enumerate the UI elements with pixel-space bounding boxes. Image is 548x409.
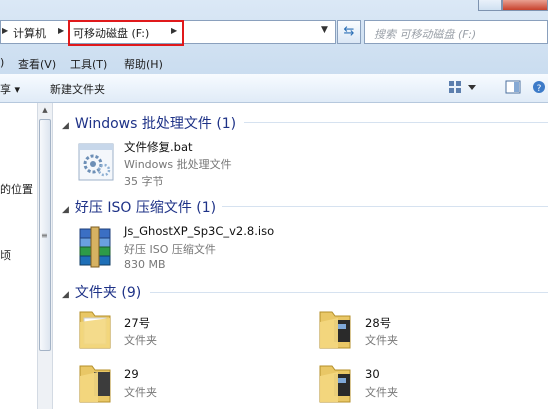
- breadcrumb-computer[interactable]: 计算机: [13, 25, 46, 41]
- file-name[interactable]: Js_GhostXP_Sp3C_v2.8.iso: [124, 224, 274, 238]
- group-divider: [150, 292, 548, 293]
- group-title: Windows 批处理文件 (1): [74, 116, 237, 132]
- folder-icon: [319, 311, 351, 349]
- minimize-button[interactable]: [478, 0, 502, 11]
- folder-item[interactable]: [316, 360, 356, 409]
- folder-name[interactable]: 29: [124, 367, 139, 381]
- file-size: 830 MB: [124, 258, 166, 271]
- menu-view[interactable]: 查看(V): [18, 56, 56, 72]
- folder-name[interactable]: 27号: [124, 315, 150, 331]
- help-icon[interactable]: ?: [531, 80, 547, 94]
- group-header-batch[interactable]: ◢ Windows 批处理文件 (1): [62, 113, 236, 133]
- search-input[interactable]: 搜索 可移动磁盘 (F:): [364, 20, 548, 44]
- file-type: 好压 ISO 压缩文件: [124, 243, 216, 256]
- group-header-folders[interactable]: ◢ 文件夹 (9): [62, 282, 141, 302]
- close-button[interactable]: [502, 0, 548, 11]
- nav-scrollbar[interactable]: ▲ ≡: [37, 103, 53, 409]
- scroll-up-icon[interactable]: ▲: [38, 103, 52, 117]
- breadcrumb-arrow-icon[interactable]: ▶: [2, 26, 8, 35]
- folder-type: 文件夹: [365, 334, 398, 347]
- refresh-icon: ⇆: [343, 24, 355, 39]
- batch-file-icon: [78, 143, 114, 181]
- menu-help[interactable]: 帮助(H): [124, 56, 163, 72]
- file-item-iso[interactable]: [74, 223, 118, 272]
- group-title: 好压 ISO 压缩文件 (1): [74, 200, 217, 216]
- nav-item-recent-places[interactable]: 的位置: [0, 181, 33, 197]
- menu-edit[interactable]: ): [0, 56, 4, 69]
- file-name[interactable]: 文件修复.bat: [124, 139, 193, 155]
- preview-pane-icon[interactable]: [505, 80, 521, 94]
- highlight-box: [68, 20, 184, 46]
- folder-name[interactable]: 28号: [365, 315, 391, 331]
- menu-bar: ) 查看(V) 工具(T) 帮助(H): [0, 52, 548, 74]
- folder-icon: [319, 365, 351, 403]
- collapse-icon[interactable]: ◢: [62, 205, 69, 215]
- refresh-button[interactable]: ⇆: [337, 20, 361, 44]
- search-placeholder: 搜索 可移动磁盘 (F:): [374, 28, 477, 41]
- group-header-iso[interactable]: ◢ 好压 ISO 压缩文件 (1): [62, 197, 216, 217]
- group-title: 文件夹 (9): [74, 285, 142, 301]
- folder-icon: [79, 311, 111, 349]
- folder-icon: [79, 365, 111, 403]
- collapse-icon[interactable]: ◢: [62, 121, 69, 131]
- folder-item[interactable]: [76, 360, 116, 409]
- breadcrumb-arrow-icon[interactable]: ▶: [58, 26, 64, 35]
- view-options-icon[interactable]: [448, 80, 478, 94]
- file-item-batch[interactable]: [76, 140, 116, 187]
- address-dropdown-icon[interactable]: ▼: [321, 25, 328, 35]
- folder-type: 文件夹: [124, 334, 157, 347]
- menu-tools[interactable]: 工具(T): [70, 56, 107, 72]
- haozip-archive-icon: [79, 226, 111, 268]
- folder-item[interactable]: [76, 306, 116, 355]
- folder-name[interactable]: 30: [365, 367, 380, 381]
- navigation-pane: 的位置 顷: [0, 103, 36, 409]
- svg-text:?: ?: [537, 84, 542, 94]
- share-button[interactable]: 享 ▾: [0, 81, 20, 97]
- group-divider: [244, 122, 548, 123]
- nav-item-library[interactable]: 顷: [0, 247, 11, 263]
- new-folder-button[interactable]: 新建文件夹: [50, 81, 105, 97]
- collapse-icon[interactable]: ◢: [62, 290, 69, 300]
- group-divider: [222, 206, 548, 207]
- scroll-grip-icon: ≡: [41, 231, 48, 240]
- file-size: 35 字节: [124, 175, 164, 188]
- folder-type: 文件夹: [124, 386, 157, 399]
- folder-type: 文件夹: [365, 386, 398, 399]
- command-toolbar: 享 ▾ 新建文件夹 ?: [0, 74, 548, 103]
- folder-item[interactable]: [316, 306, 356, 355]
- window-controls: [478, 0, 548, 11]
- file-type: Windows 批处理文件: [124, 158, 232, 171]
